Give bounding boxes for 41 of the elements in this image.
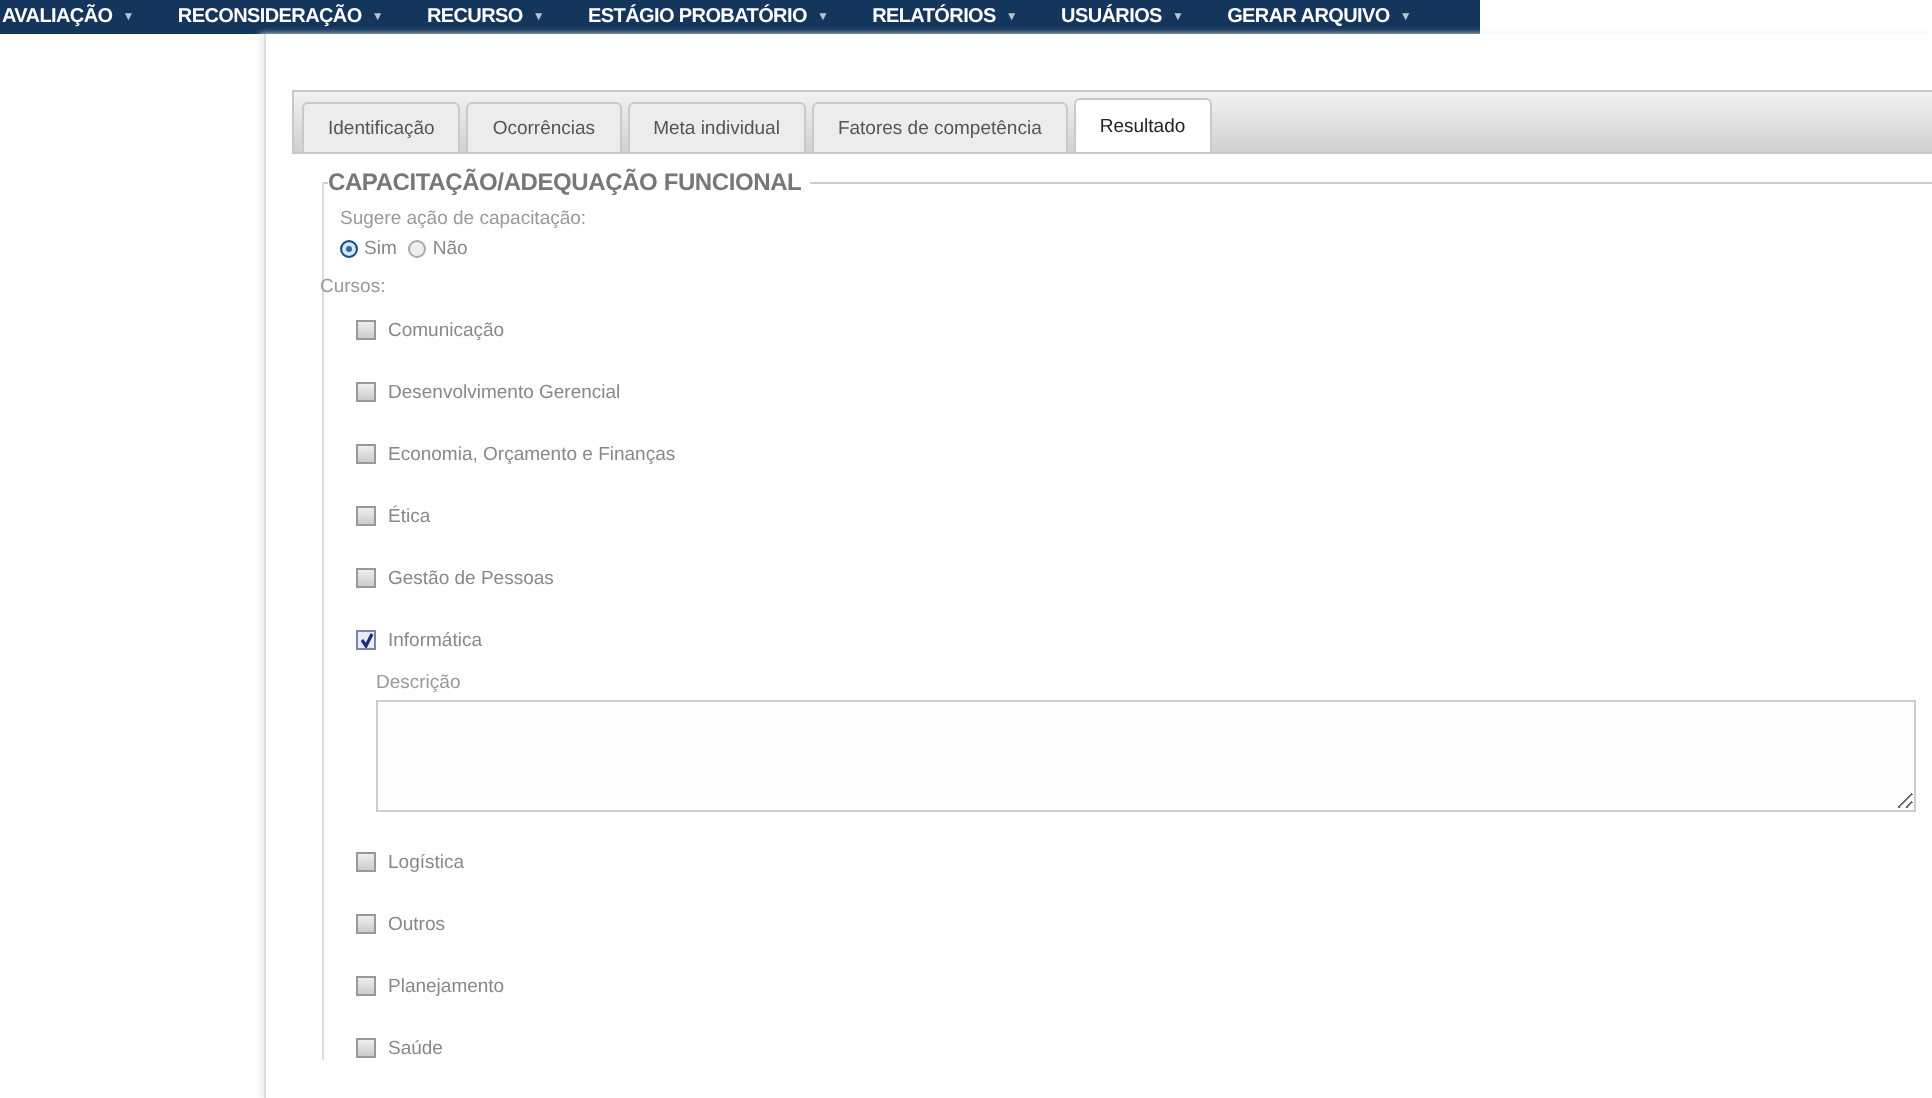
section-title: CAPACITAÇÃO/ADEQUAÇÃO FUNCIONAL bbox=[328, 168, 810, 196]
field-label: Descrição bbox=[376, 672, 463, 694]
text-area[interactable] bbox=[376, 700, 1916, 812]
menu-label: ESTÁGIO PROBATÓRIO bbox=[588, 6, 807, 28]
checkbox-label: Desenvolvimento Gerencial bbox=[388, 381, 621, 403]
radio-label: Sim bbox=[364, 238, 397, 260]
radio-label: Não bbox=[432, 238, 468, 260]
checkbox-label: Logística bbox=[388, 851, 465, 873]
tab[interactable]: Fatores de competência bbox=[811, 102, 1068, 152]
checkbox[interactable] bbox=[356, 630, 376, 650]
checkbox[interactable] bbox=[356, 914, 376, 934]
checkbox-label: Outros bbox=[388, 913, 446, 935]
checkbox[interactable] bbox=[356, 506, 376, 526]
checkbox-label: Planejamento bbox=[388, 975, 505, 997]
menu-label: AVALIAÇÃO bbox=[2, 6, 113, 28]
checkbox[interactable] bbox=[356, 444, 376, 464]
checkbox-label: Economia, Orçamento e Finanças bbox=[388, 443, 676, 465]
menu-label: RECONSIDERAÇÃO bbox=[177, 6, 362, 28]
menu-label: RELATÓRIOS bbox=[872, 6, 996, 28]
radio-button[interactable] bbox=[408, 240, 427, 258]
checkbox-label: Saúde bbox=[388, 1037, 443, 1059]
checkbox-label: Gestão de Pessoas bbox=[388, 567, 554, 589]
checkbox[interactable] bbox=[356, 976, 376, 996]
tab[interactable]: Resultado bbox=[1073, 98, 1212, 152]
menu-label: GERAR ARQUIVO bbox=[1227, 6, 1390, 28]
checkbox-label: Ética bbox=[388, 505, 431, 527]
radio-button[interactable] bbox=[340, 240, 358, 258]
question-label: Sugere ação de capacitação: bbox=[340, 208, 589, 230]
checkbox[interactable] bbox=[356, 568, 376, 588]
tab[interactable]: Ocorrências bbox=[466, 102, 622, 152]
checkbox[interactable] bbox=[356, 382, 376, 402]
tab[interactable]: Identificação bbox=[302, 102, 461, 152]
menu-label: USUÁRIOS bbox=[1061, 6, 1162, 28]
checkbox[interactable] bbox=[356, 320, 376, 340]
checkbox[interactable] bbox=[356, 1038, 376, 1058]
courses-label: Cursos: bbox=[320, 276, 388, 298]
tab[interactable]: Meta individual bbox=[627, 102, 806, 152]
checkbox[interactable] bbox=[356, 852, 376, 872]
menu-label: RECURSO bbox=[426, 6, 523, 28]
checkbox-label: Comunicação bbox=[388, 319, 505, 341]
checkbox-label: Informática bbox=[388, 629, 482, 651]
